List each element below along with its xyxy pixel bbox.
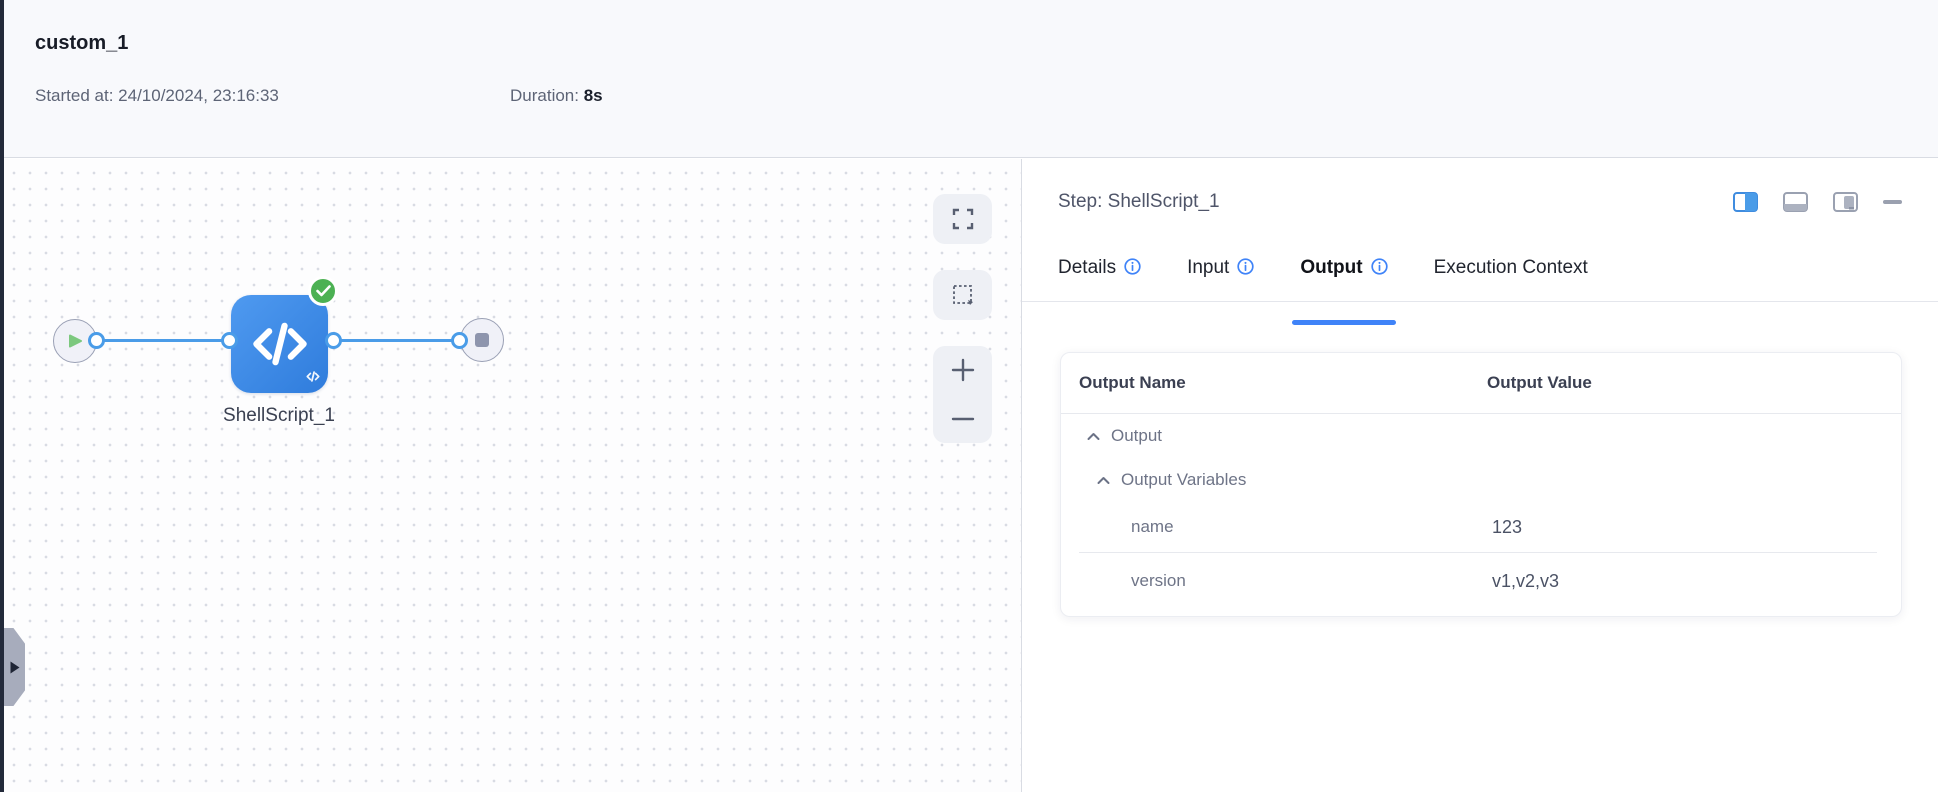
collapse-chevron-icon[interactable] [1097,476,1110,485]
table-row: name 123 [1131,516,1523,537]
table-row: Output Variables [1061,458,1901,502]
info-icon[interactable] [1124,258,1141,281]
selection-box-icon [952,285,973,305]
layout-split-right-icon[interactable] [1733,192,1758,212]
success-check-icon [308,276,338,306]
sidebar-expand-handle[interactable] [4,628,25,706]
layout-split-bottom-icon[interactable] [1783,192,1808,212]
expand-arrow-icon [10,661,20,673]
code-icon [252,322,307,366]
collapse-chevron-icon[interactable] [1087,432,1100,441]
column-output-name: Output Name [1079,373,1186,392]
step-details-panel: Step: ShellScript_1 Details Input Output… [1022,159,1938,792]
edge-node-to-end [334,339,461,342]
step-tabs: Details Input Output Execution Context [1022,255,1938,325]
marquee-select-button[interactable] [933,270,992,320]
tab-input[interactable]: Input [1187,255,1254,301]
column-output-value: Output Value [1487,373,1592,392]
tab-output[interactable]: Output [1292,255,1396,325]
info-icon[interactable] [1237,258,1254,281]
collapsed-sidebar-strip [0,0,4,792]
zoom-in-button[interactable] [933,346,992,394]
zoom-out-button[interactable] [933,395,992,443]
edge-start-to-node [97,339,233,342]
tab-execution-context[interactable]: Execution Context [1434,255,1588,301]
shell-node-out-port[interactable] [325,332,342,349]
mini-code-icon [306,369,320,387]
fit-view-button[interactable] [933,194,992,244]
table-row: Output [1061,414,1901,458]
tab-details[interactable]: Details [1058,255,1141,301]
end-node-in-port[interactable] [451,332,468,349]
minimize-icon[interactable] [1883,199,1902,205]
run-title: custom_1 [35,32,129,54]
stop-icon [475,333,489,347]
info-icon[interactable] [1370,258,1388,281]
output-table-card: Output Name Output Value Output Output V… [1060,352,1902,617]
layout-drawer-right-icon[interactable] [1833,192,1858,212]
shell-node-in-port[interactable] [221,332,238,349]
step-title: Step: ShellScript_1 [1058,191,1220,212]
output-table-header: Output Name Output Value [1061,353,1901,413]
duration-text: Duration: 8s [510,86,603,105]
workflow-canvas[interactable]: ShellScript_1 [0,159,1021,792]
play-icon [68,334,82,348]
node-label: ShellScript_1 [223,405,335,426]
run-header: custom_1 Started at: 24/10/2024, 23:16:3… [0,0,1938,158]
start-node-out-port[interactable] [88,332,105,349]
fullscreen-icon [952,208,973,230]
table-row: version v1,v2,v3 [1131,570,1560,591]
started-at-text: Started at: 24/10/2024, 23:16:33 [35,86,279,105]
zoom-controls [933,346,992,443]
shellscript-node[interactable] [231,295,328,393]
